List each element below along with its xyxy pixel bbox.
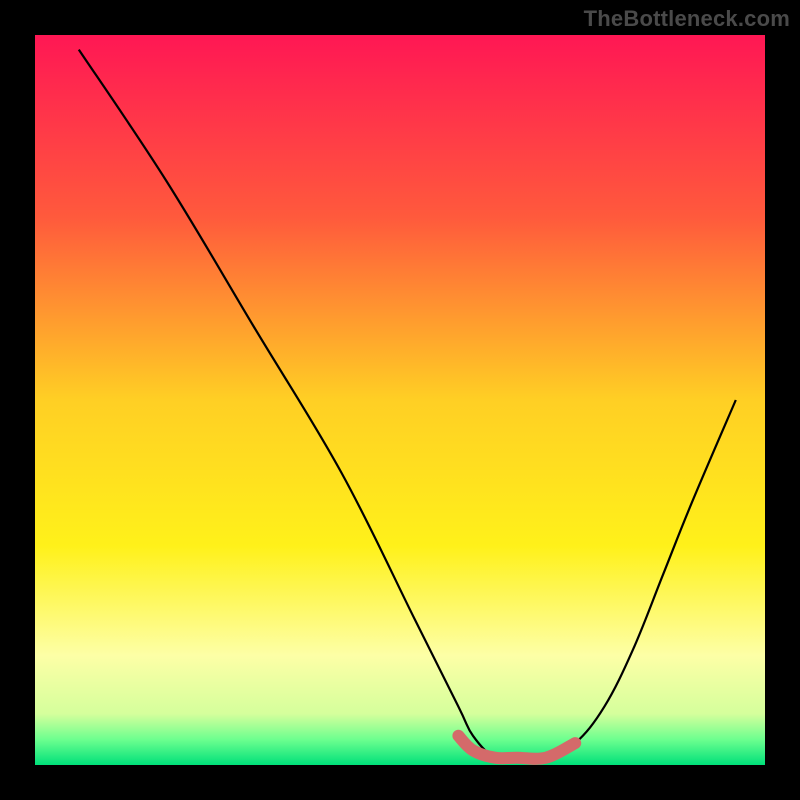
bottleneck-chart bbox=[0, 0, 800, 800]
watermark-text: TheBottleneck.com bbox=[584, 6, 790, 32]
chart-background-gradient bbox=[35, 35, 765, 765]
chart-frame: TheBottleneck.com bbox=[0, 0, 800, 800]
